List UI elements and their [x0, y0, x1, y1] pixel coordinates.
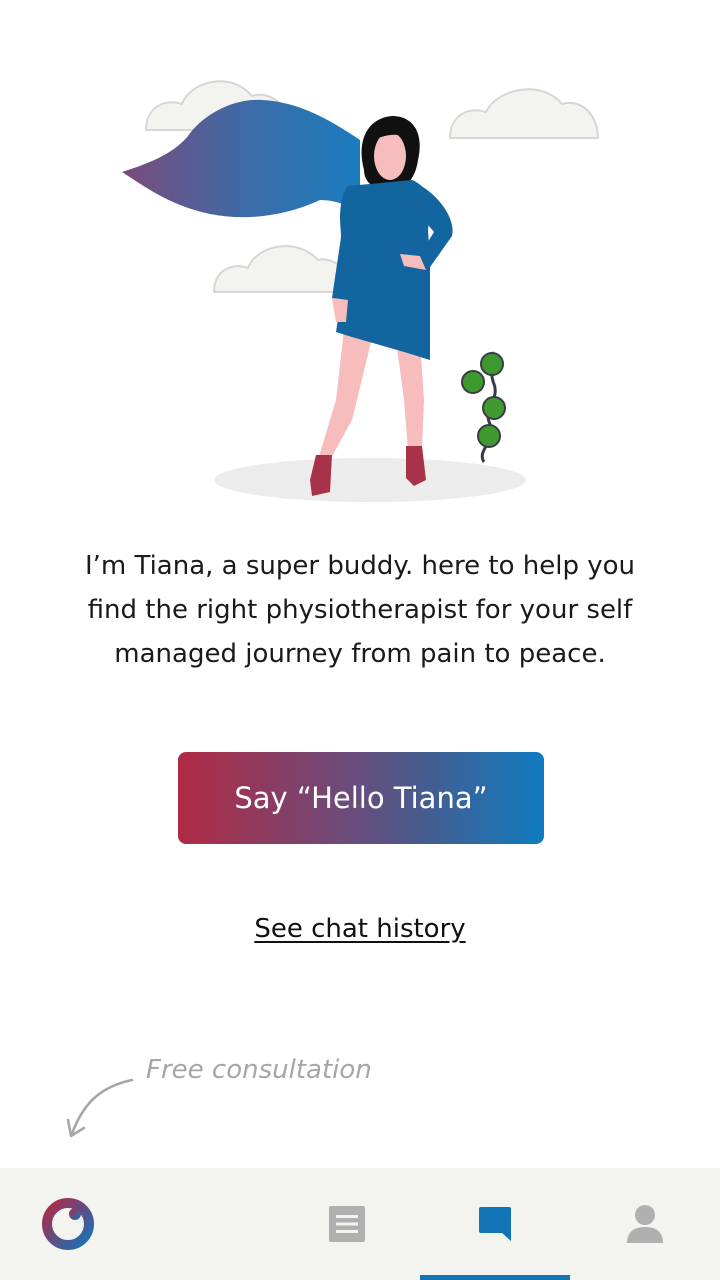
plant	[461, 351, 506, 463]
list-icon	[329, 1206, 365, 1242]
hero-illustration	[122, 80, 600, 502]
tab-feed[interactable]	[290, 1168, 404, 1280]
say-hello-label: Say “Hello Tiana”	[234, 781, 488, 815]
leg-left	[318, 330, 374, 460]
cloud-top-right	[448, 88, 600, 139]
intro-text: I’m Tiana, a super buddy. here to help y…	[84, 551, 636, 669]
curved-arrow-icon	[66, 1078, 134, 1138]
see-chat-history-link[interactable]: See chat history	[254, 914, 465, 944]
tab-profile[interactable]	[580, 1168, 710, 1280]
boot-right	[406, 446, 426, 486]
chat-history-container: See chat history	[0, 914, 720, 944]
face	[374, 132, 406, 180]
cloud-middle	[212, 245, 354, 293]
tab-chat[interactable]	[420, 1168, 570, 1280]
bottom-tab-bar	[0, 1168, 720, 1280]
say-hello-button[interactable]: Say “Hello Tiana”	[178, 752, 544, 844]
free-consultation-hint: Free consultation	[146, 1055, 372, 1085]
active-tab-indicator	[420, 1275, 570, 1280]
ground-shadow	[214, 458, 526, 502]
tab-home[interactable]	[20, 1168, 116, 1280]
chat-bubble-icon	[479, 1207, 511, 1241]
logo-ring-icon	[42, 1198, 94, 1250]
person-icon	[627, 1205, 663, 1243]
